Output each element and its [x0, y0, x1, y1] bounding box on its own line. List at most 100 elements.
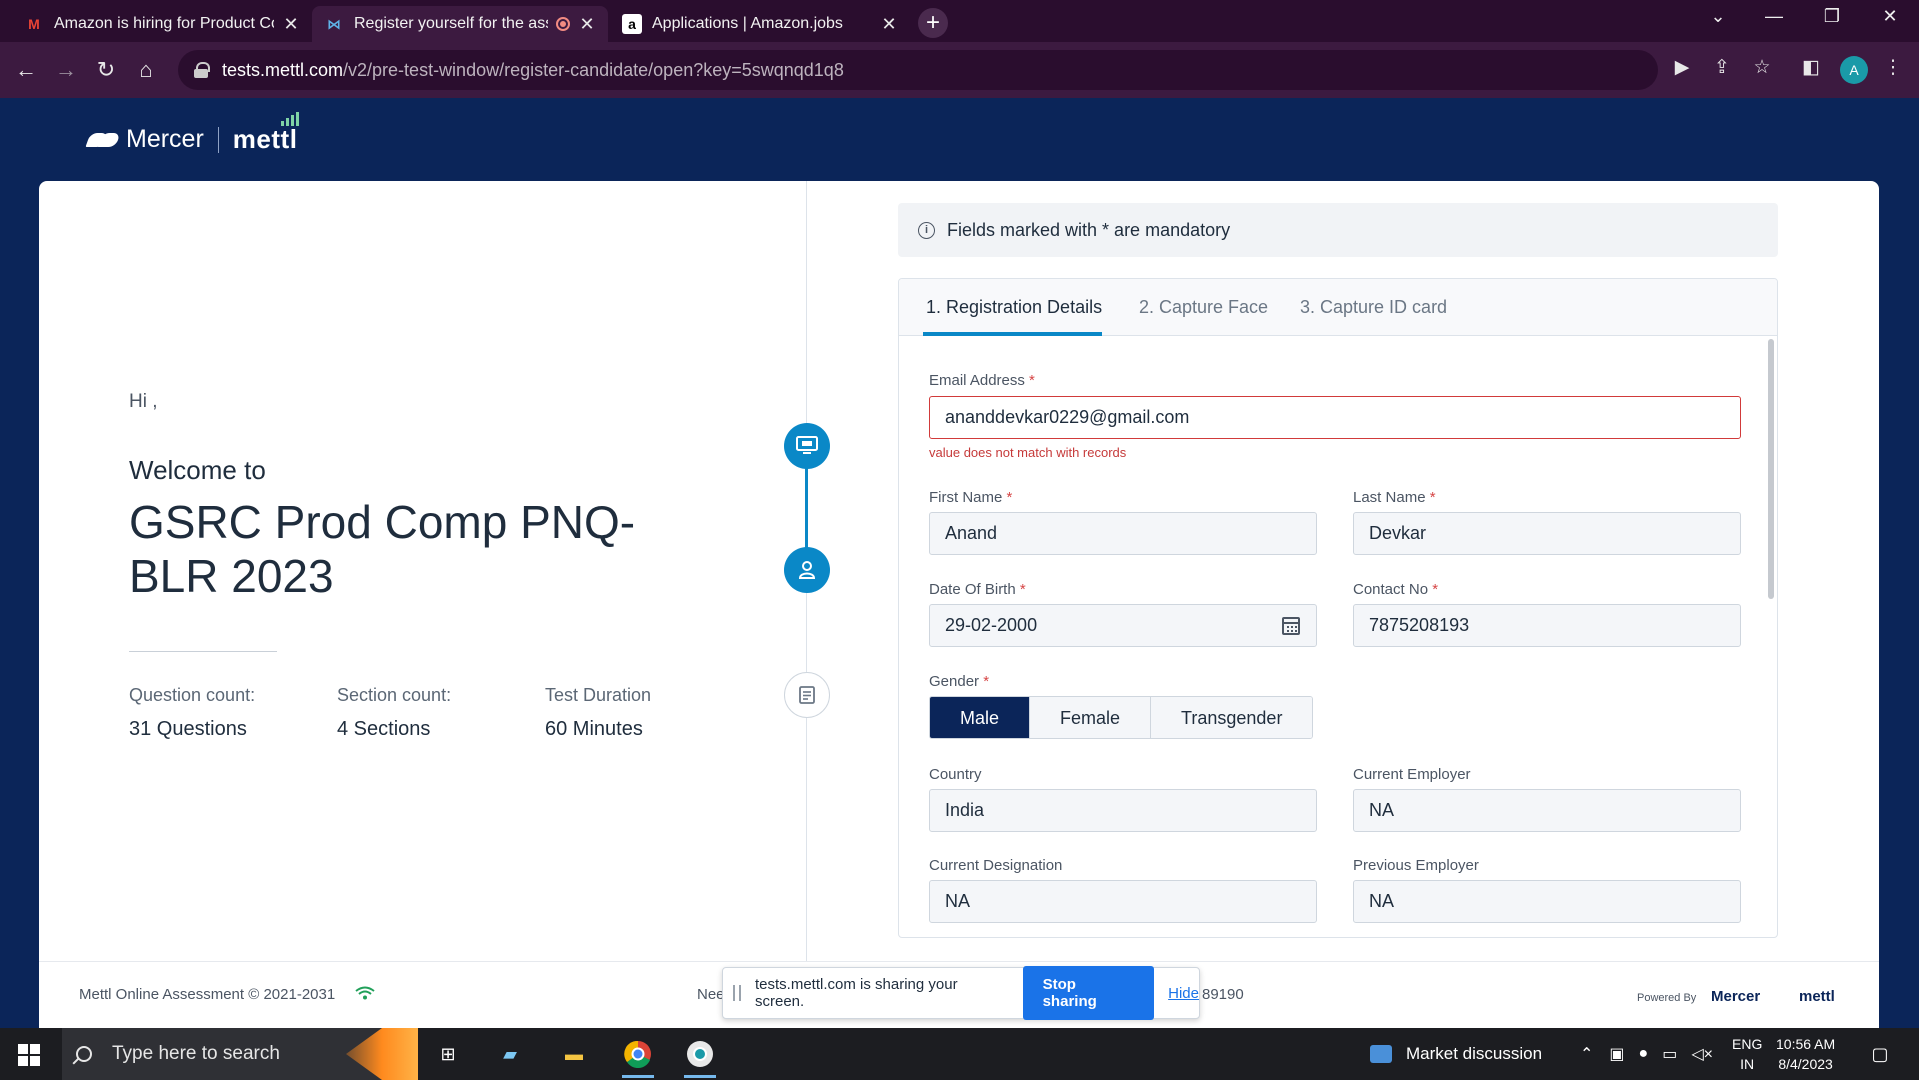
input-language[interactable]: ENG IN	[1732, 1028, 1762, 1080]
welcome-text: Welcome to	[129, 455, 266, 485]
close-icon[interactable]: ✕	[880, 14, 898, 35]
brand-header: Mercer mettl	[85, 112, 300, 155]
email-label: Email Address *	[929, 372, 1035, 389]
screen-share-bar: tests.mettl.com is sharing your screen. …	[722, 966, 1200, 1020]
calendar-icon[interactable]	[1282, 617, 1300, 635]
windows-taskbar: Type here to search ⊞ ▰ ▬ Market discuss…	[0, 1028, 1919, 1080]
gender-male-button[interactable]: Male	[930, 697, 1030, 738]
home-icon[interactable]: ⌂	[132, 56, 160, 84]
windows-start-icon[interactable]	[18, 1044, 40, 1066]
dob-field[interactable]: 29-02-2000	[929, 604, 1317, 647]
mettl-bars-icon	[281, 112, 300, 126]
powered-mettl-logo: mettl	[1799, 988, 1835, 1005]
chrome-icon[interactable]	[622, 1038, 654, 1078]
system-tray: ⌃ ▣ ● ▭ ◁×	[1580, 1028, 1713, 1080]
side-panel-icon[interactable]: ◧	[1796, 56, 1826, 79]
close-icon[interactable]: ✕	[578, 14, 596, 35]
hide-share-bar-link[interactable]: Hide	[1168, 985, 1199, 1002]
news-widget[interactable]: Market discussion	[1370, 1028, 1542, 1080]
stop-sharing-button[interactable]: Stop sharing	[1022, 966, 1155, 1020]
footer-copyright: Mettl Online Assessment © 2021-2031	[79, 986, 336, 1003]
drag-handle-icon[interactable]	[733, 985, 741, 1001]
share-icon[interactable]: ⇪	[1707, 56, 1737, 79]
minimize-button[interactable]: —	[1754, 6, 1794, 27]
previous-employer-field[interactable]: NA	[1353, 880, 1741, 923]
last-name-field[interactable]: Devkar	[1353, 512, 1741, 555]
gender-transgender-button[interactable]: Transgender	[1150, 697, 1313, 738]
gender-toggle-group: Male Female Transgender	[929, 696, 1314, 739]
dob-label: Date Of Birth *	[929, 581, 1026, 598]
document-icon	[799, 686, 815, 704]
country-label: Country	[929, 766, 982, 783]
battery-icon[interactable]: ▭	[1662, 1044, 1677, 1064]
mettl-logo: mettl	[233, 112, 300, 155]
restore-button[interactable]: ❐	[1812, 6, 1852, 27]
tab-capture-face[interactable]: 2. Capture Face	[1139, 297, 1268, 318]
camera-icon[interactable]: ▶	[1667, 56, 1697, 79]
new-tab-button[interactable]: +	[918, 8, 948, 38]
tab-amazon-jobs[interactable]: a Applications | Amazon.jobs ✕	[610, 6, 910, 42]
email-error-message: value does not match with records	[929, 445, 1127, 460]
news-icon	[1370, 1045, 1392, 1063]
short-divider	[129, 651, 277, 652]
forward-icon[interactable]: →	[52, 56, 80, 84]
tab-mettl-register[interactable]: ⋈ Register yourself for the asse ✕	[312, 6, 608, 42]
current-employer-label: Current Employer	[1353, 766, 1471, 783]
form-scrollbar[interactable]	[1768, 339, 1774, 599]
bookmark-star-icon[interactable]: ☆	[1747, 56, 1777, 79]
tab-gmail[interactable]: M Amazon is hiring for Product Con ✕	[12, 6, 312, 42]
microphone-icon[interactable]: ●	[1639, 1045, 1649, 1063]
tab-registration-details[interactable]: 1. Registration Details	[926, 297, 1102, 318]
chrome-profile-icon[interactable]	[684, 1038, 716, 1078]
stat-section-count: Section count: 4 Sections	[337, 685, 452, 740]
current-designation-field[interactable]: NA	[929, 880, 1317, 923]
tab-search-chevron-icon[interactable]: ⌄	[1698, 6, 1738, 27]
back-icon[interactable]: ←	[12, 56, 40, 84]
first-name-label: First Name *	[929, 489, 1013, 506]
gender-female-button[interactable]: Female	[1029, 697, 1151, 738]
file-explorer-icon[interactable]: ▬	[558, 1038, 590, 1070]
close-icon[interactable]: ✕	[282, 14, 300, 35]
search-highlight-art	[346, 1028, 418, 1080]
meet-now-icon[interactable]: ▣	[1609, 1044, 1624, 1064]
notifications-icon[interactable]: ▢	[1864, 1038, 1896, 1070]
contact-field[interactable]: 7875208193	[1353, 604, 1741, 647]
url-path: /v2/pre-test-window/register-candidate/o…	[343, 59, 844, 80]
profile-avatar[interactable]: A	[1840, 56, 1868, 84]
notes-app-icon[interactable]: ▰	[494, 1038, 526, 1070]
taskbar-clock[interactable]: 10:56 AM 8/4/2023	[1776, 1034, 1835, 1074]
last-name-label: Last Name *	[1353, 489, 1436, 506]
chevron-up-icon[interactable]: ⌃	[1580, 1044, 1593, 1064]
greeting: Hi ,	[129, 391, 158, 412]
close-window-button[interactable]: ✕	[1870, 6, 1910, 27]
brand-separator	[217, 126, 219, 153]
country-field[interactable]: India	[929, 789, 1317, 832]
step-registration	[784, 547, 830, 593]
first-name-field[interactable]: Anand	[929, 512, 1317, 555]
lock-icon	[194, 62, 210, 78]
step-instructions	[784, 672, 830, 718]
powered-by-label: Powered By	[1637, 992, 1697, 1004]
taskbar-search[interactable]: Type here to search	[62, 1028, 418, 1080]
active-tab-indicator	[923, 332, 1102, 336]
tab-capture-id-card[interactable]: 3. Capture ID card	[1300, 297, 1447, 318]
reload-icon[interactable]: ↻	[92, 56, 120, 84]
url-host: tests.mettl.com	[222, 59, 344, 80]
volume-muted-icon[interactable]: ◁×	[1691, 1044, 1713, 1064]
task-view-icon[interactable]: ⊞	[432, 1038, 464, 1070]
recording-icon	[556, 17, 570, 31]
current-designation-label: Current Designation	[929, 857, 1063, 874]
mercer-logo-icon	[85, 130, 121, 150]
monitor-icon	[796, 436, 818, 454]
search-icon	[76, 1046, 92, 1062]
gmail-icon: M	[28, 16, 40, 32]
form-tabs: 1. Registration Details 2. Capture Face …	[899, 279, 1777, 336]
email-field[interactable]: ananddevkar0229@gmail.com	[929, 396, 1741, 439]
gender-label: Gender *	[929, 673, 990, 690]
wifi-icon	[355, 986, 375, 1000]
contact-label: Contact No *	[1353, 581, 1439, 598]
current-employer-field[interactable]: NA	[1353, 789, 1741, 832]
stat-test-duration: Test Duration 60 Minutes	[545, 685, 652, 740]
address-bar[interactable]: tests.mettl.com/v2/pre-test-window/regis…	[178, 50, 1658, 90]
menu-kebab-icon[interactable]: ⋮	[1878, 56, 1908, 79]
